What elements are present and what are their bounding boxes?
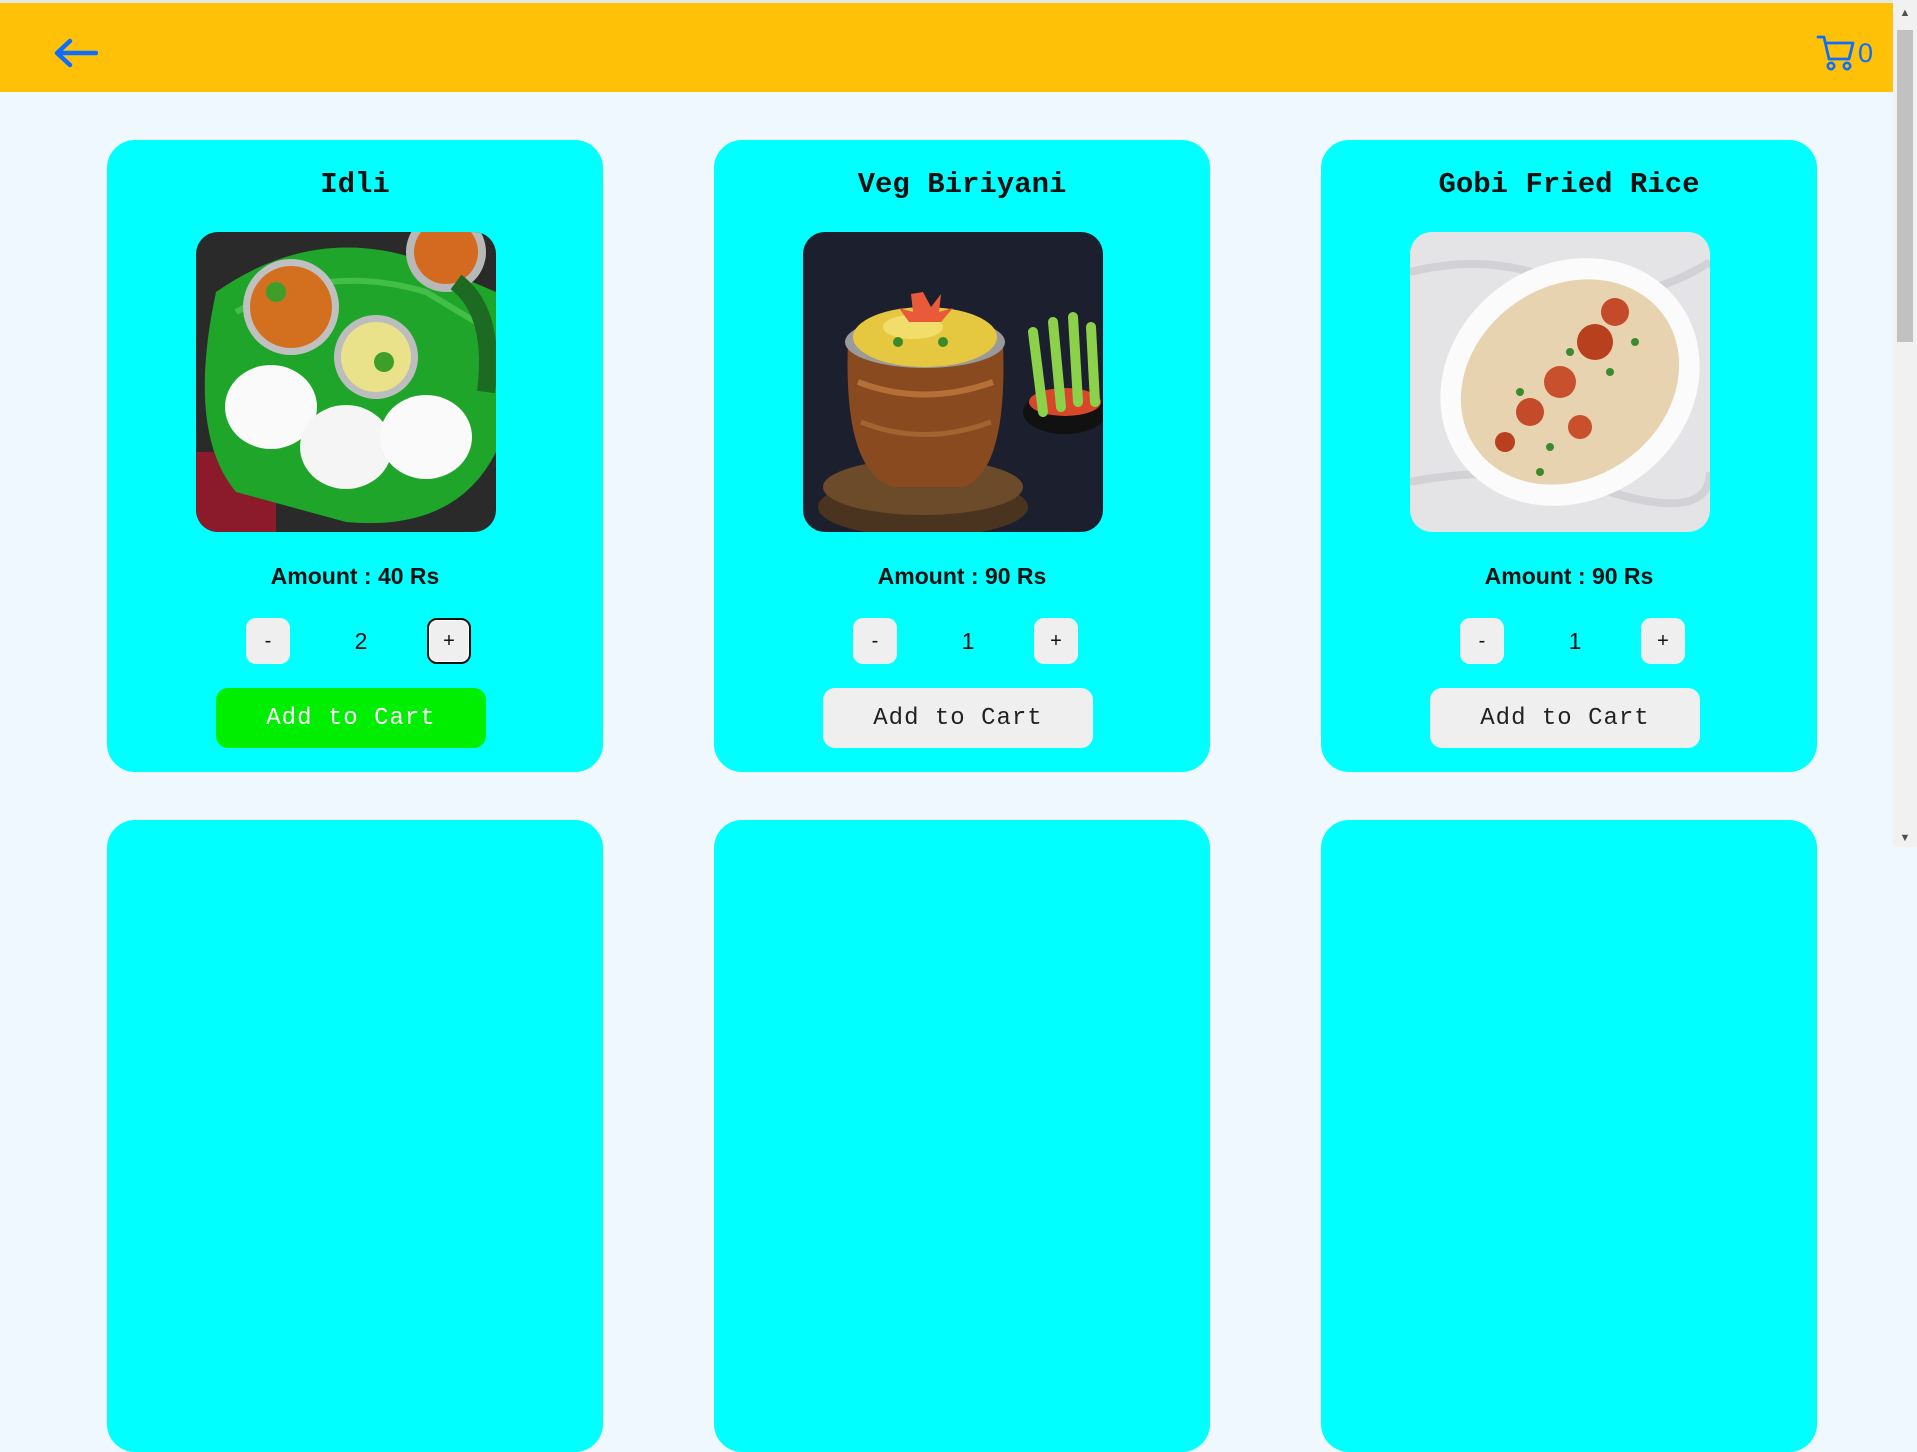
veg-biriyani-photo [803, 232, 1103, 532]
decrement-button[interactable]: - [1460, 618, 1504, 664]
cart-icon [1816, 35, 1855, 71]
product-image [1410, 232, 1710, 532]
quantity-stepper: - 1 + [1460, 618, 1686, 666]
increment-button[interactable]: + [1034, 618, 1078, 664]
vertical-scrollbar[interactable]: ▲ ▼ [1893, 0, 1917, 847]
quantity-stepper: - 2 + [246, 618, 472, 666]
product-title: Veg Biriyani [857, 168, 1067, 201]
quantity-value: 1 [961, 628, 975, 654]
scrollbar-thumb[interactable] [1897, 30, 1913, 342]
decrement-button[interactable]: - [853, 618, 897, 664]
add-to-cart-button[interactable]: Add to Cart [1430, 688, 1700, 748]
idli-photo [196, 232, 496, 532]
cart-count: 0 [1857, 38, 1873, 68]
product-amount: Amount : 90 Rs [877, 563, 1047, 589]
quantity-value: 2 [354, 628, 368, 654]
product-amount: Amount : 90 Rs [1484, 563, 1654, 589]
add-to-cart-button[interactable]: Add to Cart [823, 688, 1093, 748]
product-title: Gobi Fried Rice [1438, 168, 1700, 201]
product-image [803, 232, 1103, 532]
arrow-left-icon [54, 38, 98, 68]
increment-button[interactable]: + [1641, 618, 1685, 664]
product-card [1321, 820, 1817, 1452]
scroll-up-icon[interactable]: ▲ [1893, 4, 1917, 22]
product-card: Idli Amount : 40 Rs - 2 + Add to Cart [107, 140, 603, 772]
product-card [107, 820, 603, 1452]
add-to-cart-button[interactable]: Add to Cart [216, 688, 486, 748]
decrement-button[interactable]: - [246, 618, 290, 664]
increment-button[interactable]: + [427, 618, 471, 664]
product-card: Gobi Fried Rice Amount: 90 Rs - 1 + Add… [1321, 140, 1817, 772]
gobi-fried-rice-photo [1410, 232, 1710, 532]
top-navbar: 0 [0, 3, 1893, 92]
product-title: Idli [320, 168, 390, 201]
quantity-value: 1 [1568, 628, 1582, 654]
product-card: Veg Biriyani Amount : 90 Rs - 1 + Add to… [714, 140, 1210, 772]
scroll-down-icon[interactable]: ▼ [1893, 829, 1917, 847]
cart-button[interactable]: 0 [1816, 31, 1873, 75]
product-card [714, 820, 1210, 1452]
product-image [196, 232, 496, 532]
quantity-stepper: - 1 + [853, 618, 1079, 666]
back-button[interactable] [50, 31, 100, 75]
product-amount: Amount : 40 Rs [270, 563, 440, 589]
